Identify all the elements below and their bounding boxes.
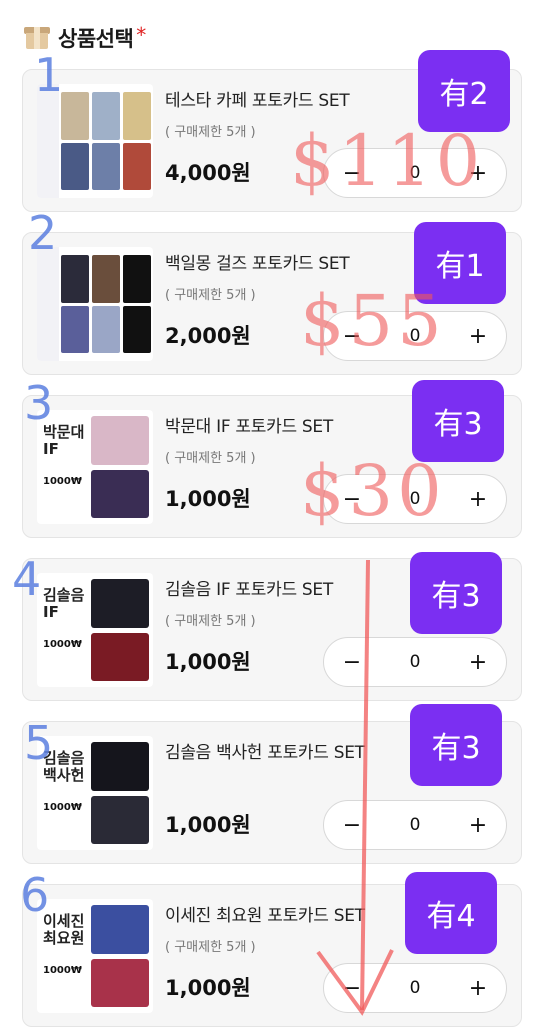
- arrow-down-icon: [316, 559, 394, 1016]
